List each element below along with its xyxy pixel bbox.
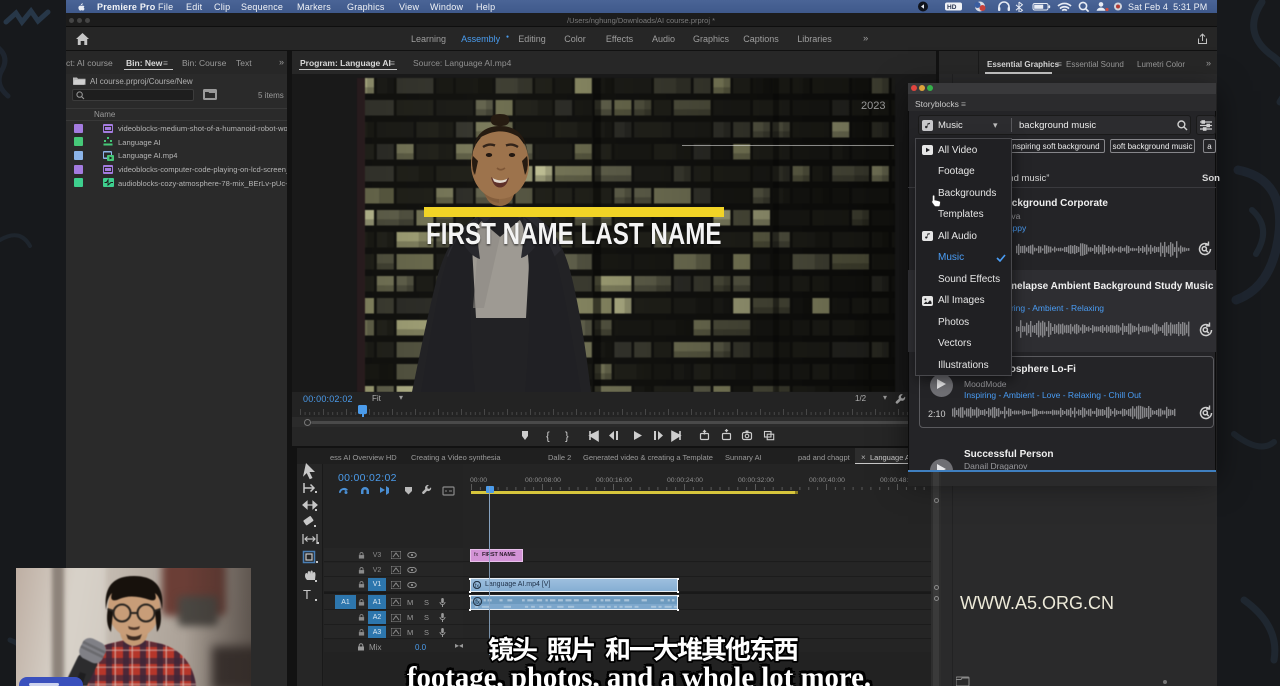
svg-text:fx: fx [475,600,480,606]
svg-text:fx: fx [475,583,480,589]
svg-text:T: T [303,587,311,602]
svg-text:HD: HD [947,4,957,11]
svg-text:{: { [546,430,550,442]
svg-text:}: } [565,430,569,442]
